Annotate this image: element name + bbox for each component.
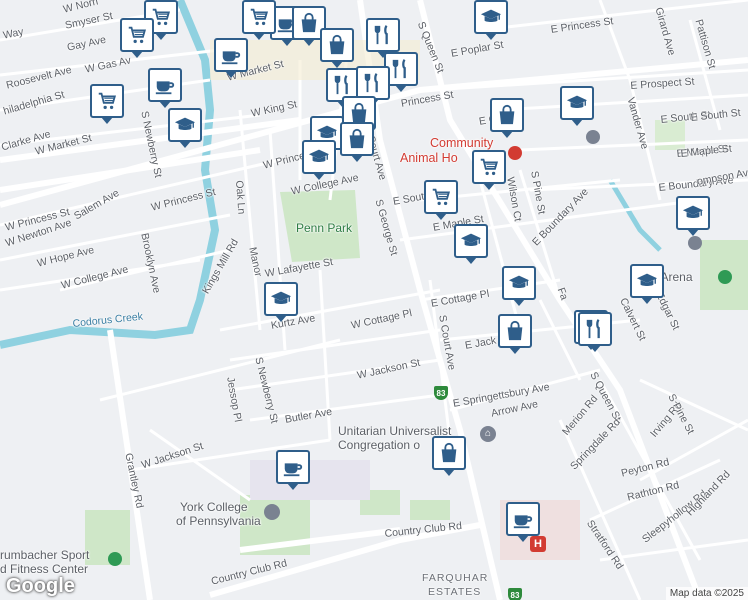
- shopping-bag-icon: [496, 104, 518, 126]
- map-marker[interactable]: [90, 84, 124, 124]
- graduation-cap-icon: [682, 202, 704, 224]
- poi-label-community[interactable]: Community: [430, 136, 493, 150]
- poi-label-animal-home[interactable]: Animal Ho: [400, 151, 458, 165]
- shopping-bag-icon: [346, 128, 368, 150]
- cart-icon: [126, 24, 148, 46]
- restaurant-icon: [372, 24, 394, 46]
- highway-shield-icon: 83: [434, 386, 448, 400]
- map-marker[interactable]: [242, 0, 276, 40]
- coffee-icon: [220, 44, 242, 66]
- poi-label-york-college[interactable]: of Pennsylvania: [176, 514, 261, 528]
- map-marker[interactable]: [498, 314, 532, 354]
- cart-icon: [248, 6, 270, 28]
- map-marker[interactable]: [302, 140, 336, 180]
- arena-icon[interactable]: [718, 270, 732, 284]
- campus-area: [250, 460, 370, 500]
- cart-icon: [96, 90, 118, 112]
- graduation-cap-icon: [566, 92, 588, 114]
- neighborhood-label: FARQUHAR: [422, 572, 489, 584]
- coffee-icon: [282, 456, 304, 478]
- map-marker[interactable]: [120, 18, 154, 58]
- school-icon[interactable]: [586, 130, 600, 144]
- field-area-2: [410, 500, 450, 520]
- map-marker[interactable]: [340, 122, 374, 162]
- map-marker[interactable]: [474, 0, 508, 40]
- map-marker[interactable]: [454, 224, 488, 264]
- map-marker[interactable]: [578, 312, 612, 352]
- poi-label-brumbacher[interactable]: rumbacher Sport: [0, 548, 89, 562]
- graduation-cap-icon: [508, 272, 530, 294]
- shopping-bag-icon: [298, 12, 320, 34]
- map-marker[interactable]: [506, 502, 540, 542]
- map-marker[interactable]: [560, 86, 594, 126]
- map-marker[interactable]: [356, 66, 390, 106]
- map-marker[interactable]: [424, 180, 458, 220]
- map-marker[interactable]: [148, 68, 182, 108]
- restaurant-icon: [332, 74, 354, 96]
- restaurant-icon: [362, 72, 384, 94]
- school-icon[interactable]: [264, 504, 280, 520]
- coffee-icon: [154, 74, 176, 96]
- poi-label-york-college[interactable]: York College: [180, 500, 248, 514]
- map-marker[interactable]: [502, 266, 536, 306]
- graduation-cap-icon: [636, 270, 658, 292]
- shopping-bag-icon: [348, 102, 370, 124]
- map-canvas[interactable]: W Norri Smyser St Gay Ave Way Roosevelt …: [0, 0, 748, 600]
- map-marker[interactable]: [490, 98, 524, 138]
- shopping-bag-icon: [326, 34, 348, 56]
- poi-label-unitarian[interactable]: Congregation o: [338, 438, 420, 452]
- map-marker[interactable]: [432, 436, 466, 476]
- street-label: Oak Ln: [233, 180, 248, 215]
- park-label: Penn Park: [296, 221, 353, 235]
- pet-pin-icon[interactable]: [508, 146, 522, 160]
- cart-icon: [478, 156, 500, 178]
- graduation-cap-icon: [480, 6, 502, 28]
- map-marker[interactable]: [630, 264, 664, 304]
- restaurant-icon: [390, 58, 412, 80]
- poi-label-brumbacher[interactable]: d Fitness Center: [0, 562, 88, 576]
- graduation-cap-icon: [174, 114, 196, 136]
- neighborhood-label: ESTATES: [428, 586, 482, 598]
- hospital-icon[interactable]: H: [530, 536, 546, 552]
- restaurant-icon: [584, 318, 606, 340]
- shopping-bag-icon: [438, 442, 460, 464]
- map-marker[interactable]: [320, 28, 354, 68]
- church-icon[interactable]: ⌂: [480, 426, 496, 442]
- coffee-icon: [512, 508, 534, 530]
- map-marker[interactable]: [676, 196, 710, 236]
- creek-east-line: [607, 178, 662, 252]
- sports-icon[interactable]: [108, 552, 122, 566]
- graduation-cap-icon: [308, 146, 330, 168]
- highway-shield-icon: 83: [508, 588, 522, 600]
- google-logo: Google: [6, 575, 75, 597]
- map-marker[interactable]: [276, 450, 310, 490]
- graduation-cap-icon: [270, 288, 292, 310]
- map-marker[interactable]: [472, 150, 506, 190]
- school-icon[interactable]: [688, 236, 702, 250]
- map-marker[interactable]: [264, 282, 298, 322]
- cart-icon: [430, 186, 452, 208]
- map-marker[interactable]: [366, 18, 400, 58]
- map-marker[interactable]: [168, 108, 202, 148]
- map-attribution: Map data ©2025: [665, 587, 748, 600]
- map-marker[interactable]: [214, 38, 248, 78]
- graduation-cap-icon: [460, 230, 482, 252]
- shopping-bag-icon: [504, 320, 526, 342]
